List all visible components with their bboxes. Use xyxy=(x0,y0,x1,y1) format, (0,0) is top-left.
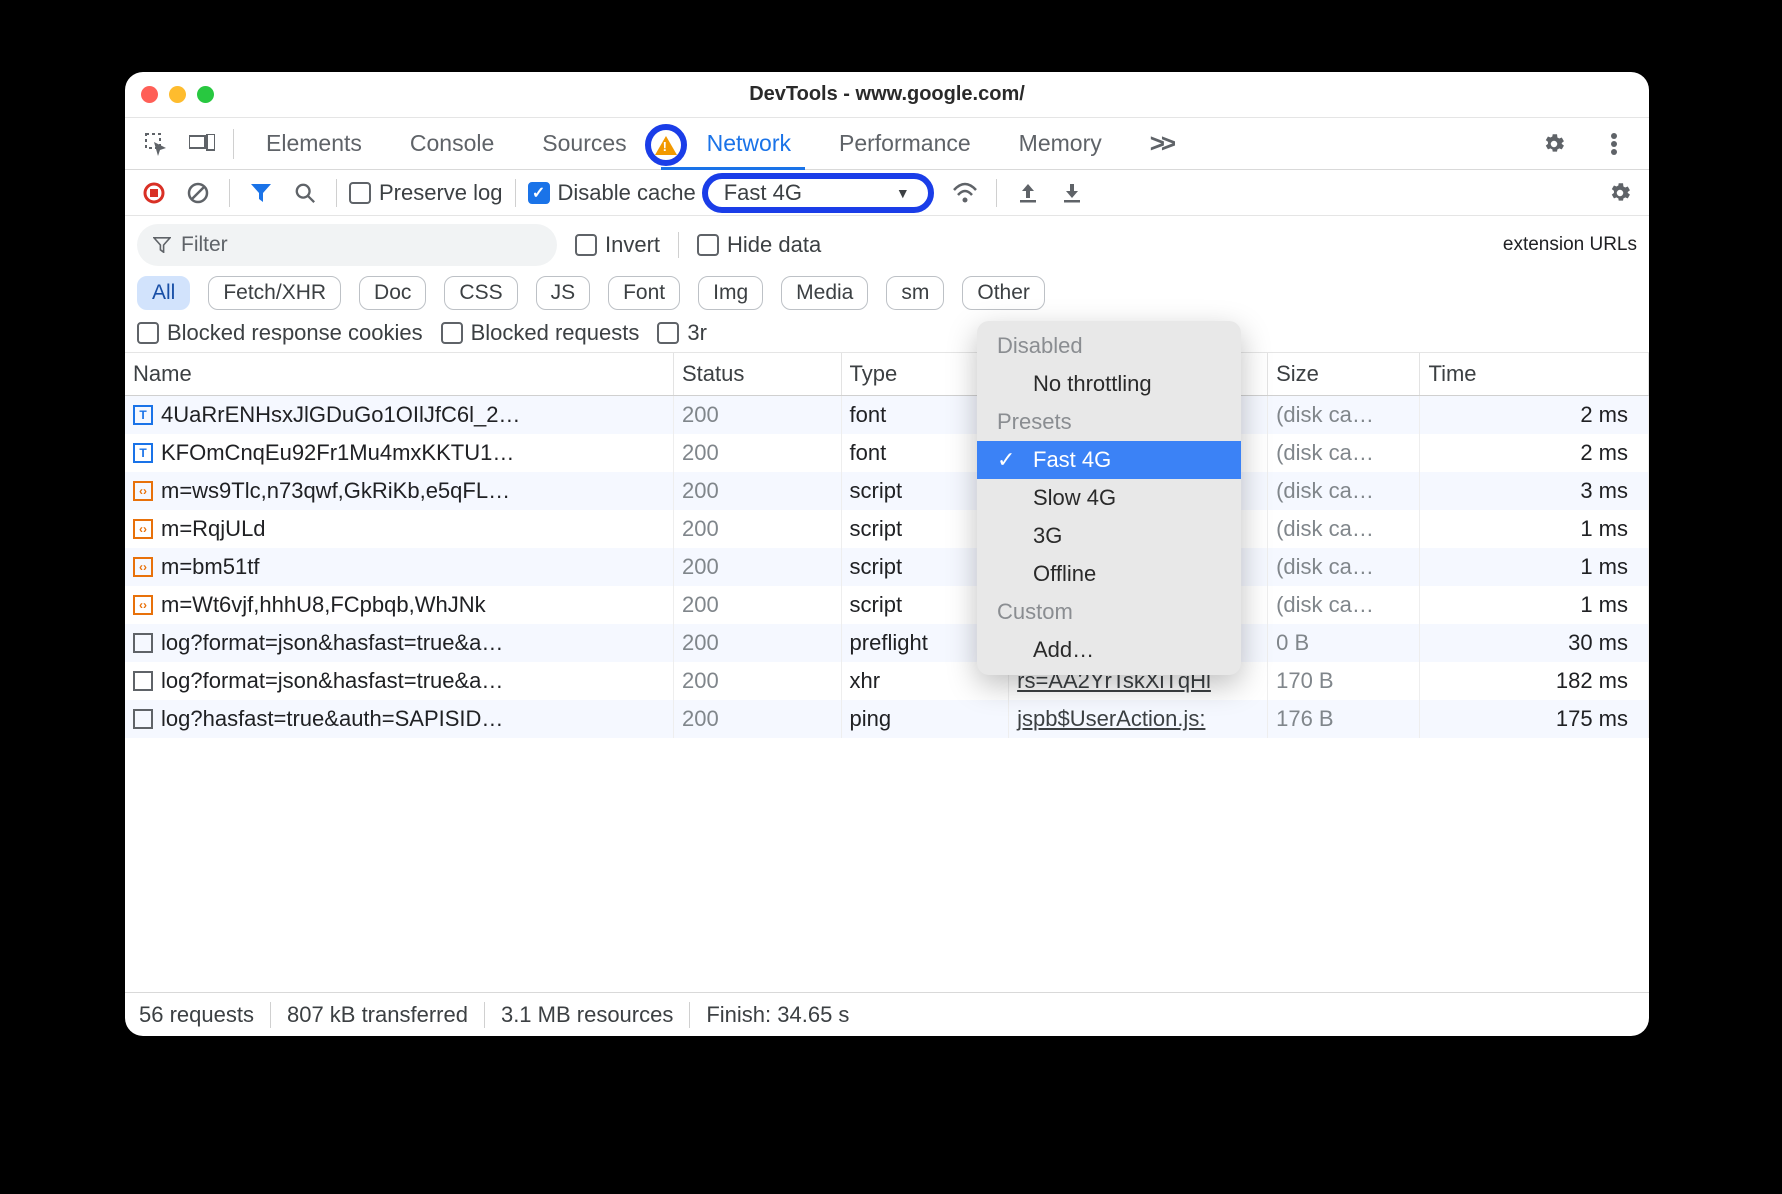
chip-font[interactable]: Font xyxy=(608,276,680,310)
warning-icon xyxy=(655,136,677,155)
menu-item-fast-4g[interactable]: Fast 4G xyxy=(977,441,1241,479)
window-title: DevTools - www.google.com/ xyxy=(125,83,1649,106)
disable-cache-checkbox[interactable]: Disable cache xyxy=(528,180,696,206)
resource-type-icon: T xyxy=(133,443,153,463)
status-bar: 56 requests 807 kB transferred 3.1 MB re… xyxy=(125,992,1649,1036)
hide-extension-urls-label: extension URLs xyxy=(1503,234,1637,256)
menu-item-offline[interactable]: Offline xyxy=(977,555,1241,593)
table-row[interactable]: ‹›m=Wt6vjf,hhhU8,FCpbqb,WhJNk200scriptmo… xyxy=(125,586,1649,624)
menu-item-add-[interactable]: Add… xyxy=(977,631,1241,669)
column-header[interactable]: Status xyxy=(673,353,841,396)
tab-performance[interactable]: Performance xyxy=(815,118,995,169)
menu-section-header: Custom xyxy=(977,593,1241,631)
table-row[interactable]: T4UaRrENHsxJlGDuGo1OIlJfC6l_2…200fontn3:… xyxy=(125,396,1649,435)
separator xyxy=(229,179,230,207)
third-party-checkbox[interactable]: 3r xyxy=(657,320,707,346)
filter-bar: Filter Invert Hide data extension URLs A… xyxy=(125,216,1649,353)
preserve-log-checkbox[interactable]: Preserve log xyxy=(349,180,503,206)
status-transferred: 807 kB transferred xyxy=(271,1002,485,1028)
resource-type-icon: ‹› xyxy=(133,481,153,501)
separator xyxy=(233,129,234,159)
document-icon xyxy=(133,709,153,729)
network-conditions-icon[interactable] xyxy=(946,174,984,212)
request-type-chips: All Fetch/XHR Doc CSS JS Font Img Mediasm Other xyxy=(137,276,1637,310)
network-toolbar: Preserve log Disable cache Fast 4G ▼ xyxy=(125,170,1649,216)
column-header[interactable]: Size xyxy=(1268,353,1420,396)
throttling-dropdown-menu[interactable]: DisabledNo throttlingPresetsFast 4GSlow … xyxy=(977,321,1241,675)
window-titlebar: DevTools - www.google.com/ xyxy=(125,72,1649,118)
status-resources: 3.1 MB resources xyxy=(485,1002,690,1028)
tab-console[interactable]: Console xyxy=(386,118,518,169)
blocked-requests-checkbox[interactable]: Blocked requests xyxy=(441,320,640,346)
menu-item-3g[interactable]: 3G xyxy=(977,517,1241,555)
resource-type-icon: ‹› xyxy=(133,519,153,539)
zoom-window-button[interactable] xyxy=(197,86,214,103)
tab-elements[interactable]: Elements xyxy=(242,118,386,169)
hide-data-urls-checkbox[interactable]: Hide data xyxy=(697,232,821,258)
devtools-tabstrip: Elements Console Sources Network Perform… xyxy=(125,118,1649,170)
tab-sources[interactable]: Sources xyxy=(518,118,650,169)
menu-item-no-throttling[interactable]: No throttling xyxy=(977,365,1241,403)
inspect-element-icon[interactable] xyxy=(133,121,179,167)
chip-sm[interactable]: sm xyxy=(886,276,944,310)
table-row[interactable]: ‹›m=RqjULd200script58(disk ca…1 ms xyxy=(125,510,1649,548)
document-icon xyxy=(133,671,153,691)
tab-network[interactable]: Network xyxy=(651,118,815,169)
tab-memory[interactable]: Memory xyxy=(995,118,1126,169)
status-finish: Finish: 34.65 s xyxy=(690,1002,865,1028)
filter-toggle-icon[interactable] xyxy=(242,174,280,212)
invert-checkbox[interactable]: Invert xyxy=(575,232,660,258)
search-icon[interactable] xyxy=(286,174,324,212)
document-icon xyxy=(133,633,153,653)
resource-type-icon: ‹› xyxy=(133,595,153,615)
chip-media[interactable]: Media xyxy=(781,276,868,310)
blocked-response-cookies-checkbox[interactable]: Blocked response cookies xyxy=(137,320,423,346)
upload-har-icon[interactable] xyxy=(1009,174,1047,212)
settings-gear-icon[interactable] xyxy=(1531,121,1577,167)
separator xyxy=(515,179,516,207)
table-row[interactable]: ‹›m=bm51tf200scriptmoduleloader.js:58(di… xyxy=(125,548,1649,586)
separator xyxy=(336,179,337,207)
minimize-window-button[interactable] xyxy=(169,86,186,103)
download-har-icon[interactable] xyxy=(1053,174,1091,212)
highlight-ring xyxy=(645,124,687,166)
device-toolbar-icon[interactable] xyxy=(179,121,225,167)
chip-other[interactable]: Other xyxy=(962,276,1045,310)
resource-type-icon: T xyxy=(133,405,153,425)
resource-type-icon: ‹› xyxy=(133,557,153,577)
table-row[interactable]: log?format=json&hasfast=true&a…200xhrrs=… xyxy=(125,662,1649,700)
throttling-select[interactable]: Fast 4G ▼ xyxy=(702,173,934,213)
table-row[interactable]: log?format=json&hasfast=true&a…200prefli… xyxy=(125,624,1649,662)
close-window-button[interactable] xyxy=(141,86,158,103)
separator xyxy=(996,179,997,207)
record-button[interactable] xyxy=(135,174,173,212)
table-row[interactable]: log?hasfast=true&auth=SAPISID…200pingjsp… xyxy=(125,700,1649,738)
chip-js[interactable]: JS xyxy=(536,276,591,310)
chip-css[interactable]: CSS xyxy=(444,276,517,310)
table-row[interactable]: TKFOmCnqEu92Fr1Mu4mxKKTU1…200fontn3:(dis… xyxy=(125,434,1649,472)
clear-button[interactable] xyxy=(179,174,217,212)
menu-section-header: Disabled xyxy=(977,327,1241,365)
kebab-menu-icon[interactable] xyxy=(1591,121,1637,167)
table-row[interactable]: ‹›m=ws9Tlc,n73qwf,GkRiKb,e5qFL…200script… xyxy=(125,472,1649,510)
menu-item-slow-4g[interactable]: Slow 4G xyxy=(977,479,1241,517)
requests-table[interactable]: NameStatusTypeSizeTime T4UaRrENHsxJlGDuG… xyxy=(125,353,1649,992)
chip-img[interactable]: Img xyxy=(698,276,763,310)
chip-fetch-xhr[interactable]: Fetch/XHR xyxy=(208,276,341,310)
column-header[interactable]: Time xyxy=(1420,353,1649,396)
chip-all[interactable]: All xyxy=(137,276,190,310)
status-requests: 56 requests xyxy=(139,1002,271,1028)
chevron-down-icon: ▼ xyxy=(896,185,910,201)
column-header[interactable]: Name xyxy=(125,353,673,396)
menu-section-header: Presets xyxy=(977,403,1241,441)
chip-doc[interactable]: Doc xyxy=(359,276,426,310)
tabs-overflow-button[interactable]: >> xyxy=(1126,118,1196,169)
filter-input[interactable]: Filter xyxy=(137,224,557,266)
network-settings-gear-icon[interactable] xyxy=(1601,174,1639,212)
